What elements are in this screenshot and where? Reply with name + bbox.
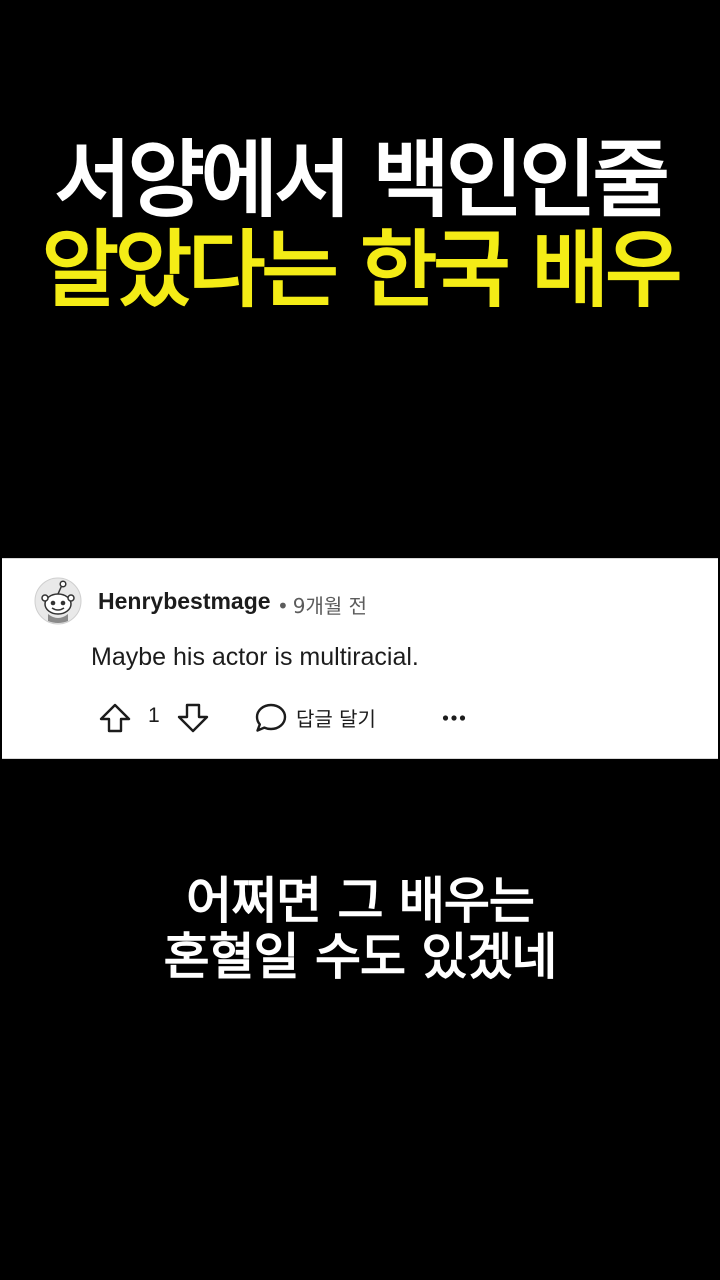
comment-timestamp: 9개월 전 (292, 594, 368, 618)
comment-body: Maybe his actor is multiracial. (91, 643, 419, 671)
headline-line-1: 서양에서 백인인줄 (54, 131, 670, 229)
reply-label: 답글 달기 (296, 707, 376, 731)
headline-line-2: 알았다는 한국 배우 (41, 221, 683, 319)
downvote-icon[interactable] (176, 702, 210, 734)
upvote-icon[interactable] (98, 702, 132, 734)
vote-count: 1 (148, 704, 160, 727)
comment-meta: • 9개월 전 (277, 590, 367, 619)
more-options-icon[interactable] (442, 714, 466, 722)
comment-actions: 1 답글 달기 (98, 699, 518, 735)
avatar[interactable] (34, 577, 82, 625)
subtitle-line-2: 혼혈일 수도 있겠네 (163, 928, 558, 986)
reddit-snoo-avatar-icon (34, 577, 82, 625)
subtitle-line-1: 어쩌면 그 배우는 (186, 872, 535, 930)
reply-button[interactable]: 답글 달기 (254, 699, 394, 735)
comment-card: Henrybestmage • 9개월 전 Maybe his actor is … (2, 558, 718, 759)
speech-bubble-icon (255, 703, 287, 732)
meta-separator: • (277, 594, 289, 618)
comment-username[interactable]: Henrybestmage (98, 588, 271, 615)
